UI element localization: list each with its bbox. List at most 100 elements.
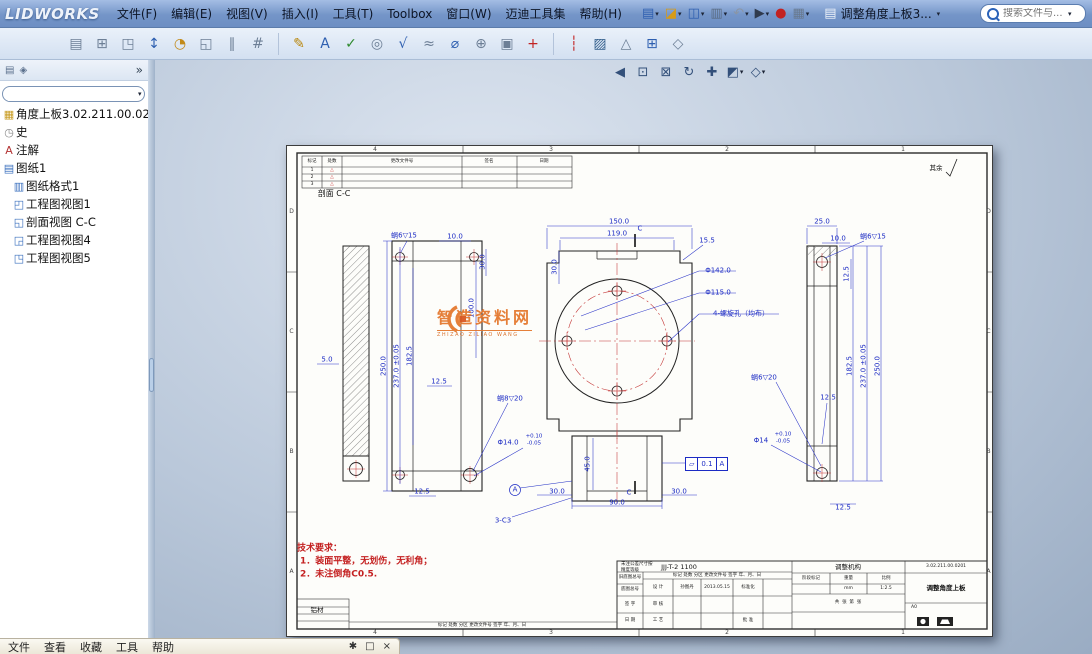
options-icon[interactable]: ▦▾ — [789, 4, 812, 24]
dimension-label[interactable]: 15.5 — [699, 238, 715, 245]
dimension-label[interactable]: Φ142.0 — [705, 268, 731, 275]
dimension-label[interactable]: 10.0 — [447, 234, 463, 241]
chevron-down-icon[interactable]: ▾ — [937, 10, 941, 18]
tree-item[interactable]: ▤图纸1 — [0, 159, 148, 177]
feature-tree-tab-icon[interactable]: ▤ — [5, 65, 14, 76]
dimension-label[interactable]: C — [638, 226, 643, 233]
detail-view-icon[interactable]: ◔ — [168, 32, 192, 56]
geometric-tolerance-icon[interactable]: ⊕ — [469, 32, 493, 56]
tree-item[interactable]: ▦角度上板3.02.211.00.0200 — [0, 105, 148, 123]
panel-splitter[interactable] — [148, 60, 155, 654]
menubar-item[interactable]: 工具(T) — [326, 2, 381, 25]
restore-window-icon[interactable]: □ — [365, 641, 374, 652]
menubar-item[interactable]: 编辑(E) — [164, 2, 219, 25]
dimension-label[interactable]: 12.5 — [414, 489, 430, 496]
dimension-label[interactable]: A — [513, 487, 518, 494]
dimension-label[interactable]: 30.0 — [671, 489, 687, 496]
dimension-label[interactable]: 12.5 — [844, 266, 851, 282]
break-view-icon[interactable]: ∥ — [220, 32, 244, 56]
select-icon[interactable]: ▶▾ — [752, 4, 773, 24]
menubar-item[interactable]: 迈迪工具集 — [499, 2, 573, 25]
projected-view-icon[interactable]: ⊞ — [90, 32, 114, 56]
zoom-fit-icon[interactable]: ⊡ — [633, 62, 653, 82]
bottom-menu-item[interactable]: 帮助 — [152, 639, 174, 654]
centerline-icon[interactable]: ┆ — [562, 32, 586, 56]
dimension-label[interactable]: 182.5 — [407, 346, 414, 366]
dimension-label[interactable]: 237.0 ±0.05 — [861, 344, 868, 388]
menubar-item[interactable]: 窗口(W) — [439, 2, 498, 25]
display-style-icon[interactable]: ◇▾ — [748, 62, 768, 82]
dimension-label[interactable]: Φ14.0 — [497, 440, 518, 447]
dimension-label[interactable]: 蜗6▽15 — [391, 233, 417, 240]
tree-item[interactable]: ▥图纸格式1 — [0, 177, 148, 195]
note-icon[interactable]: A — [313, 32, 337, 56]
menubar-item[interactable]: 文件(F) — [110, 2, 164, 25]
blocks-icon[interactable]: ◇ — [666, 32, 690, 56]
balloon-icon[interactable]: ◎ — [365, 32, 389, 56]
menubar-item[interactable]: 插入(I) — [275, 2, 326, 25]
dimension-label[interactable]: 10.0 — [830, 236, 846, 243]
drawing-sheet[interactable]: 43214321DCBADCBA标记处数更改文件号签名日期123△△△剖面 C-… — [286, 145, 993, 637]
dimension-label[interactable]: 25.0 — [814, 219, 830, 226]
dimension-label[interactable]: 250.0 — [381, 356, 388, 376]
zoom-area-icon[interactable]: ⊠ — [656, 62, 676, 82]
smart-dimension-icon[interactable]: ✎ — [287, 32, 311, 56]
dimension-label[interactable]: 90.0 — [609, 500, 625, 507]
dimension-label[interactable]: Φ115.0 — [705, 290, 731, 297]
record-macro-icon[interactable]: ● — [772, 4, 789, 24]
dimension-label[interactable]: 蜗8▽20 — [497, 396, 523, 403]
print-icon[interactable]: ▥▾ — [707, 4, 730, 24]
tree-item[interactable]: ◷史 — [0, 123, 148, 141]
dimension-label[interactable]: 12.5 — [820, 395, 836, 402]
dimension-label[interactable]: 250.0 — [875, 356, 882, 376]
dimension-label[interactable]: -0.05 — [776, 439, 790, 445]
menubar-item[interactable]: Toolbox — [380, 4, 439, 24]
dimension-label[interactable]: 蜗6▽15 — [860, 234, 886, 241]
tree-filter-input[interactable] — [8, 88, 137, 101]
dimension-label[interactable]: +0.10 — [526, 434, 543, 440]
tree-item[interactable]: ◳工程图视图5 — [0, 249, 148, 267]
new-document-icon[interactable]: ▤▾ — [639, 4, 662, 24]
tree-item[interactable]: ◱剖面视图 C-C — [0, 213, 148, 231]
tree-item[interactable]: ◰工程图视图1 — [0, 195, 148, 213]
graphics-area[interactable]: ◀⊡⊠↻✚◩▾◇▾ — [155, 60, 1092, 654]
search-box[interactable]: ▾ — [980, 4, 1086, 23]
combo-caret-icon[interactable]: ▾ — [138, 90, 142, 98]
dimension-label[interactable]: 119.0 — [607, 231, 627, 238]
datum-feature-icon[interactable]: ▣ — [495, 32, 519, 56]
dimension-label[interactable]: 3-C3 — [495, 518, 511, 525]
geometric-tolerance-frame[interactable]: ▱ 0.1 A — [685, 457, 728, 471]
panel-collapse-button[interactable]: » — [136, 63, 143, 77]
auxiliary-view-icon[interactable]: ◳ — [116, 32, 140, 56]
dimension-label[interactable]: -0.05 — [527, 441, 541, 447]
menubar-item[interactable]: 帮助(H) — [573, 2, 629, 25]
tree-item[interactable]: ◲工程图视图4 — [0, 231, 148, 249]
paw-icon[interactable]: ✱ — [349, 641, 357, 652]
crop-view-icon[interactable]: # — [246, 32, 270, 56]
close-window-icon[interactable]: × — [383, 641, 391, 652]
dimension-label[interactable]: C — [627, 490, 632, 497]
property-tab-icon[interactable]: ◈ — [19, 65, 27, 76]
hole-callout-icon[interactable]: ⌀ — [443, 32, 467, 56]
section-view-icon[interactable]: ↕ — [142, 32, 166, 56]
dimension-label[interactable]: Φ14 — [754, 438, 768, 445]
dimension-label[interactable]: 182.5 — [847, 356, 854, 376]
dimension-label[interactable]: 30.0 — [549, 489, 565, 496]
dimension-label[interactable]: 12.5 — [835, 505, 851, 512]
pan-icon[interactable]: ✚ — [702, 62, 722, 82]
dimension-label[interactable]: +0.10 — [775, 432, 792, 438]
dimension-label[interactable]: 5.0 — [321, 357, 332, 364]
dimension-label[interactable]: 30.0 — [552, 259, 559, 275]
undo-icon[interactable]: ↶▾ — [730, 4, 751, 24]
search-dropdown-icon[interactable]: ▾ — [1068, 10, 1072, 18]
tree-item[interactable]: A注解 — [0, 141, 148, 159]
dimension-label[interactable]: 4-螺旋孔（均布） — [713, 311, 769, 318]
tables-icon[interactable]: ⊞ — [640, 32, 664, 56]
dimension-label[interactable]: 30.0 — [480, 254, 487, 270]
open-icon[interactable]: ◪▾ — [662, 4, 685, 24]
model-view-icon[interactable]: ▤ — [64, 32, 88, 56]
broken-out-section-icon[interactable]: ◱ — [194, 32, 218, 56]
dimension-label[interactable]: 蜗6▽20 — [751, 375, 777, 382]
area-hatch-icon[interactable]: ▨ — [588, 32, 612, 56]
tree-filter-combo[interactable]: ▾ — [2, 86, 145, 102]
